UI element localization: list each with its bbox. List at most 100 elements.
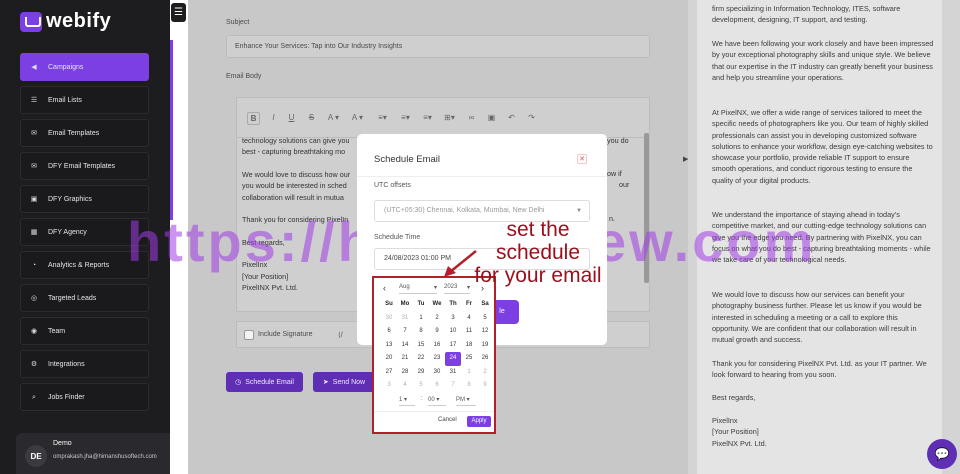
calendar-day[interactable]: 10 [445, 325, 461, 339]
hour-select[interactable]: 1 ▾ [399, 396, 415, 406]
redo-icon[interactable]: ↷ [525, 112, 538, 125]
calendar-week: 20 21 22 23 24 25 26 [381, 352, 493, 366]
calendar-day[interactable]: 6 [381, 325, 397, 339]
body-line: collaboration will result in mutua [242, 192, 344, 202]
calendar-day[interactable]: 31 [445, 366, 461, 380]
calendar-day[interactable]: 4 [461, 312, 477, 326]
calendar-day[interactable]: 3 [381, 379, 397, 393]
calendar-day[interactable]: 20 [381, 352, 397, 366]
prev-month-icon[interactable]: ‹ [383, 283, 386, 293]
close-icon[interactable]: ✕ [577, 154, 587, 164]
heading-icon[interactable]: A ▾ [327, 112, 340, 125]
target-icon: ◎ [30, 294, 38, 302]
italic-icon[interactable]: I [267, 112, 280, 125]
sidebar-item-dfy-email-templates[interactable]: ✉ DFY Email Templates [20, 152, 149, 180]
highlight-icon[interactable]: A ▾ [351, 112, 364, 125]
sidebar-item-label: Email Templates [48, 129, 100, 137]
clock-icon: ◷ [235, 379, 242, 386]
underline-icon[interactable]: U [285, 112, 298, 125]
calendar-day[interactable]: 9 [429, 325, 445, 339]
month-select[interactable]: Aug ▾ [399, 284, 437, 294]
send-icon: ➤ [322, 379, 329, 386]
calendar-day[interactable]: 29 [413, 366, 429, 380]
calendar-day[interactable]: 15 [413, 339, 429, 353]
apply-button[interactable]: Apply [467, 416, 491, 427]
cancel-button[interactable]: Cancel [438, 417, 457, 423]
calendar-day[interactable]: 24 [445, 352, 461, 366]
sidebar-item-label: Analytics & Reports [48, 261, 110, 269]
body-line: We would love to discuss how our [242, 169, 351, 179]
weekday-label: Tu [417, 301, 425, 307]
calendar-day[interactable]: 7 [397, 325, 413, 339]
calendar-day[interactable]: 8 [461, 379, 477, 393]
panel-toggle-icon[interactable]: ▶ [683, 155, 688, 163]
calendar-day[interactable]: 13 [381, 339, 397, 353]
weekday-label: We [432, 301, 442, 307]
ampm-select[interactable]: PM ▾ [456, 396, 476, 406]
sidebar-item-team[interactable]: ◉ Team [20, 317, 149, 345]
calendar-day[interactable]: 31 [397, 312, 413, 326]
calendar-day[interactable]: 27 [381, 366, 397, 380]
strikethrough-icon[interactable]: S [305, 112, 318, 125]
align-icon[interactable]: ≡▾ [421, 112, 434, 125]
body-line: you would be interested in sched [242, 181, 347, 191]
chat-bubble-icon[interactable]: 💬 [927, 439, 957, 469]
table-icon[interactable]: ⊞▾ [443, 112, 456, 125]
calendar-day[interactable]: 2 [429, 312, 445, 326]
calendar-day[interactable]: 5 [477, 312, 493, 326]
calendar-day[interactable]: 11 [461, 325, 477, 339]
calendar-day[interactable]: 2 [477, 366, 493, 380]
subject-input[interactable]: Enhance Your Services: Tap into Our Indu… [226, 35, 650, 58]
calendar-day[interactable]: 30 [429, 366, 445, 380]
calendar-day[interactable]: 9 [477, 379, 493, 393]
include-signature-label: Include Signature [258, 331, 313, 338]
numbered-list-icon[interactable]: ≡▾ [399, 112, 412, 125]
calendar-day[interactable]: 3 [445, 312, 461, 326]
calendar-day[interactable]: 21 [397, 352, 413, 366]
sidebar-item-campaigns[interactable]: ◀ Campaigns [20, 53, 149, 81]
app-logo[interactable]: webify [20, 10, 111, 33]
calendar-day[interactable]: 26 [477, 352, 493, 366]
calendar-day[interactable]: 28 [397, 366, 413, 380]
schedule-email-button[interactable]: ◷ Schedule Email [226, 372, 303, 392]
image-icon[interactable]: ▣ [485, 112, 498, 125]
calendar-day[interactable]: 17 [445, 339, 461, 353]
sidebar-item-targeted-leads[interactable]: ◎ Targeted Leads [20, 284, 149, 312]
utc-offset-value: (UTC+05:30) Chennai, Kolkata, Mumbai, Ne… [384, 207, 545, 214]
sidebar-item-integrations[interactable]: ⚙ Integrations [20, 350, 149, 378]
sidebar-item-email-lists[interactable]: ☰ Email Lists [20, 86, 149, 114]
calendar-day[interactable]: 1 [461, 366, 477, 380]
menu-toggle-icon[interactable]: ☰ [171, 3, 186, 22]
calendar-day[interactable]: 4 [397, 379, 413, 393]
calendar-day[interactable]: 30 [381, 312, 397, 326]
undo-icon[interactable]: ↶ [505, 112, 518, 125]
calendar-day[interactable]: 25 [461, 352, 477, 366]
schedule-time-label: Schedule Time [374, 234, 421, 241]
calendar-day[interactable]: 22 [413, 352, 429, 366]
calendar-day[interactable]: 6 [429, 379, 445, 393]
user-card[interactable]: DE Demo omprakash.jha@himanshusoftech.co… [16, 433, 170, 474]
calendar-day[interactable]: 1 [413, 312, 429, 326]
more-options-icon[interactable]: ⟨/ [338, 331, 343, 339]
calendar-day[interactable]: 7 [445, 379, 461, 393]
calendar-day[interactable]: 18 [461, 339, 477, 353]
calendar-day[interactable]: 12 [477, 325, 493, 339]
sidebar-item-email-templates[interactable]: ✉ Email Templates [20, 119, 149, 147]
link-icon[interactable]: ∞ [465, 112, 478, 125]
calendar-day[interactable]: 23 [429, 352, 445, 366]
calendar-day[interactable]: 19 [477, 339, 493, 353]
ampm-value: PM [456, 397, 465, 403]
chart-icon: ◔ [31, 261, 37, 269]
calendar-day[interactable]: 8 [413, 325, 429, 339]
minute-select[interactable]: 00 ▾ [428, 396, 446, 406]
body-fragment: ow if [607, 169, 622, 178]
calendar-day[interactable]: 5 [413, 379, 429, 393]
bullet-list-icon[interactable]: ≡▾ [376, 112, 389, 125]
sidebar-item-jobs-finder[interactable]: ⌕ Jobs Finder [20, 383, 149, 411]
bold-icon[interactable]: B [247, 112, 260, 125]
send-now-button[interactable]: ➤ Send Now [313, 372, 375, 392]
calendar-day[interactable]: 16 [429, 339, 445, 353]
include-signature-checkbox[interactable] [244, 330, 254, 340]
user-email: omprakash.jha@himanshusoftech.com [53, 454, 157, 460]
calendar-day[interactable]: 14 [397, 339, 413, 353]
